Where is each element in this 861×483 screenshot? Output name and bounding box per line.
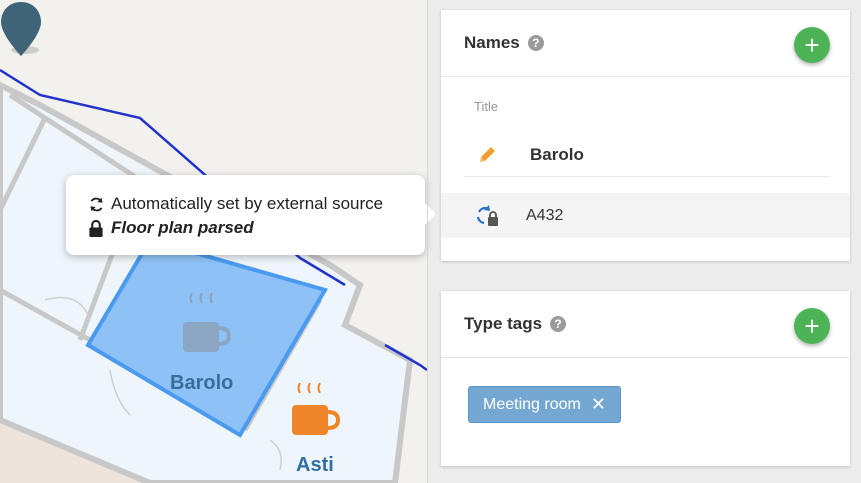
add-name-button[interactable]: + bbox=[794, 27, 830, 63]
sync-icon bbox=[88, 196, 106, 213]
title-field-label: Title bbox=[474, 99, 499, 114]
names-card-header: Names ? + bbox=[441, 10, 850, 77]
name-value-secondary: A432 bbox=[526, 206, 564, 224]
room-label-asti[interactable]: Asti bbox=[296, 454, 334, 477]
names-card-title: Names bbox=[464, 33, 520, 52]
type-tags-card: Type tags ? + Meeting room ✕ bbox=[441, 291, 850, 466]
tooltip-source-text: Automatically set by external source bbox=[111, 194, 384, 213]
room-label-barolo[interactable]: Barolo bbox=[170, 372, 233, 395]
tooltip-source-line: Automatically set by external source bbox=[88, 192, 403, 216]
map-pin-icon[interactable] bbox=[0, 0, 42, 58]
type-tag-meeting-room[interactable]: Meeting room ✕ bbox=[468, 386, 621, 423]
remove-tag-icon[interactable]: ✕ bbox=[591, 394, 606, 415]
name-entry-secondary[interactable]: A432 bbox=[441, 193, 850, 238]
type-tags-card-title: Type tags bbox=[464, 314, 543, 333]
names-card: Names ? + Title Barolo A432 bbox=[441, 10, 850, 261]
tooltip-lock-line: Floor plan parsed bbox=[88, 216, 403, 240]
lock-icon bbox=[88, 219, 106, 237]
source-tooltip: Automatically set by external source Flo… bbox=[66, 175, 436, 255]
type-tags-card-header: Type tags ? + bbox=[441, 291, 850, 358]
tooltip-lock-text: Floor plan parsed bbox=[111, 218, 254, 237]
help-icon[interactable]: ? bbox=[550, 316, 567, 332]
name-entry-primary[interactable]: Barolo bbox=[464, 133, 829, 177]
pencil-icon[interactable] bbox=[464, 145, 510, 165]
sync-lock-icon bbox=[464, 203, 510, 229]
help-icon[interactable]: ? bbox=[527, 35, 544, 51]
add-type-tag-button[interactable]: + bbox=[794, 308, 830, 344]
panel-divider bbox=[427, 0, 428, 483]
type-tag-label: Meeting room bbox=[483, 395, 581, 413]
name-value-primary: Barolo bbox=[530, 144, 584, 164]
